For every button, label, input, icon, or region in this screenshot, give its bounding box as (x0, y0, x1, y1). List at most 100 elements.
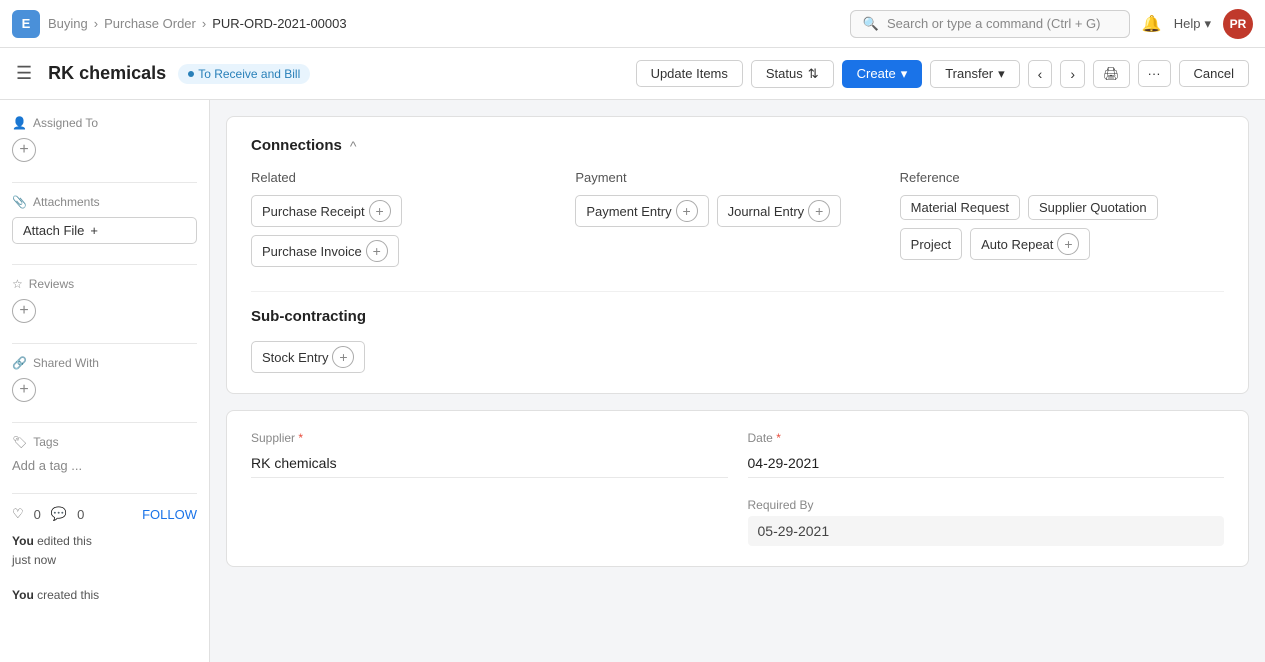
star-icon: ☆ (12, 277, 23, 291)
related-column: Related Purchase Receipt + Purchase Invo… (251, 170, 575, 267)
date-value[interactable]: 04-29-2021 (748, 449, 1225, 478)
payment-title: Payment (575, 170, 879, 185)
purchase-invoice-add-icon[interactable]: + (366, 240, 388, 262)
status-label: To Receive and Bill (198, 67, 300, 81)
cancel-button[interactable]: Cancel (1179, 60, 1249, 87)
main-layout: 👤 Assigned To + 📎 Attachments Attach Fil… (0, 100, 1265, 662)
sidebar: 👤 Assigned To + 📎 Attachments Attach Fil… (0, 100, 210, 662)
likes-count: 0 (34, 507, 41, 522)
assigned-to-section: 👤 Assigned To + (12, 116, 197, 162)
more-options-button[interactable]: ··· (1138, 60, 1171, 87)
date-required-star: * (776, 431, 781, 445)
help-chevron-icon: ▾ (1204, 16, 1211, 32)
purchase-receipt-tag[interactable]: Purchase Receipt + (251, 195, 402, 227)
auto-repeat-tag[interactable]: Auto Repeat + (970, 228, 1090, 260)
help-button[interactable]: Help ▾ (1174, 16, 1211, 32)
update-items-button[interactable]: Update Items (636, 60, 743, 87)
breadcrumb-buying[interactable]: Buying (48, 16, 88, 31)
material-request-tag[interactable]: Material Request (900, 195, 1020, 220)
activity-2: You created this (12, 586, 197, 605)
content-area: Connections ^ Related Purchase Receipt +… (210, 100, 1265, 662)
add-share-button[interactable]: + (12, 378, 36, 402)
payment-entry-add-icon[interactable]: + (676, 200, 698, 222)
paperclip-icon: 📎 (12, 195, 27, 209)
breadcrumb-purchase-order[interactable]: Purchase Order (104, 16, 196, 31)
breadcrumb-sep1: › (94, 16, 98, 31)
connections-grid: Related Purchase Receipt + Purchase Invo… (251, 170, 1224, 267)
comment-icon: 💬 (51, 506, 67, 522)
comments-count: 0 (77, 507, 84, 522)
share-icon: 🔗 (12, 356, 27, 370)
search-icon: 🔍 (863, 16, 879, 32)
purchase-invoice-tag[interactable]: Purchase Invoice + (251, 235, 399, 267)
print-button[interactable]: 🖨 (1093, 60, 1130, 88)
heart-icon: ♡ (12, 506, 24, 522)
connections-chevron-icon[interactable]: ^ (350, 138, 357, 154)
tags-title: 🏷 Tags (12, 435, 197, 449)
follow-button[interactable]: FOLLOW (142, 507, 197, 522)
status-arrow-icon: ⇅ (808, 66, 819, 82)
transfer-arrow-icon: ▾ (998, 66, 1005, 82)
breadcrumb-sep2: › (202, 16, 206, 31)
prev-button[interactable]: ‹ (1028, 60, 1053, 88)
create-button[interactable]: Create ▾ (842, 60, 923, 88)
supplier-value[interactable]: RK chemicals (251, 449, 728, 478)
reviews-section: ☆ Reviews + (12, 277, 197, 323)
create-arrow-icon: ▾ (901, 66, 908, 82)
add-review-button[interactable]: + (12, 299, 36, 323)
activity-1: You edited this just now (12, 532, 197, 570)
add-assignee-button[interactable]: + (12, 138, 36, 162)
form-grid: Supplier * RK chemicals Date * 04-29-202… (251, 431, 1224, 546)
payment-entry-tag[interactable]: Payment Entry + (575, 195, 708, 227)
form-card: Supplier * RK chemicals Date * 04-29-202… (226, 410, 1249, 567)
payment-tags: Payment Entry + Journal Entry + (575, 195, 879, 227)
subcontracting-tags: Stock Entry + (251, 341, 1224, 373)
supplier-required-star: * (298, 431, 303, 445)
supplier-quotation-tag[interactable]: Supplier Quotation (1028, 195, 1158, 220)
journal-entry-add-icon[interactable]: + (808, 200, 830, 222)
doc-actions: Update Items Status ⇅ Create ▾ Transfer … (636, 60, 1249, 88)
person-icon: 👤 (12, 116, 27, 130)
auto-repeat-add-icon[interactable]: + (1057, 233, 1079, 255)
stock-entry-tag[interactable]: Stock Entry + (251, 341, 365, 373)
top-navigation: E Buying › Purchase Order › PUR-ORD-2021… (0, 0, 1265, 48)
notifications-bell-icon[interactable]: 🔔 (1142, 14, 1162, 34)
transfer-button[interactable]: Transfer ▾ (930, 60, 1019, 88)
attach-file-button[interactable]: Attach File + (12, 217, 197, 244)
connections-title: Connections (251, 137, 342, 154)
reference-tags: Material Request Supplier Quotation Proj… (900, 195, 1204, 260)
reference-title: Reference (900, 170, 1204, 185)
required-by-value: 05-29-2021 (748, 516, 1225, 546)
meta-row: ♡ 0 💬 0 FOLLOW (12, 506, 197, 522)
purchase-receipt-add-icon[interactable]: + (369, 200, 391, 222)
journal-entry-tag[interactable]: Journal Entry + (717, 195, 842, 227)
required-by-label: Required By (748, 498, 1225, 512)
related-tags: Purchase Receipt + Purchase Invoice + (251, 195, 555, 267)
divider-2 (12, 264, 197, 265)
assigned-to-title: 👤 Assigned To (12, 116, 197, 130)
shared-with-title: 🔗 Shared With (12, 356, 197, 370)
tag-icon: 🏷 (12, 435, 27, 449)
status-button[interactable]: Status ⇅ (751, 60, 834, 88)
document-title: RK chemicals (48, 63, 166, 84)
hamburger-icon[interactable]: ☰ (16, 63, 32, 84)
prev-arrow-icon: ‹ (1038, 66, 1043, 82)
add-tag-link[interactable]: Add a tag ... (12, 458, 82, 473)
subcontracting-header: Sub-contracting (251, 308, 1224, 325)
subcontracting-title: Sub-contracting (251, 308, 366, 325)
stock-entry-add-icon[interactable]: + (332, 346, 354, 368)
divider-1 (12, 182, 197, 183)
connections-card: Connections ^ Related Purchase Receipt +… (226, 116, 1249, 394)
divider-3 (12, 343, 197, 344)
subcontracting-section: Sub-contracting Stock Entry + (251, 291, 1224, 373)
print-icon: 🖨 (1103, 66, 1120, 82)
next-button[interactable]: › (1060, 60, 1085, 88)
date-field: Date * 04-29-2021 (748, 431, 1225, 478)
search-bar[interactable]: 🔍 Search or type a command (Ctrl + G) (850, 10, 1130, 38)
connections-header: Connections ^ (251, 137, 1224, 154)
avatar[interactable]: PR (1223, 9, 1253, 39)
next-arrow-icon: › (1070, 66, 1075, 82)
supplier-label: Supplier * (251, 431, 728, 445)
app-icon[interactable]: E (12, 10, 40, 38)
project-tag[interactable]: Project (900, 228, 962, 260)
